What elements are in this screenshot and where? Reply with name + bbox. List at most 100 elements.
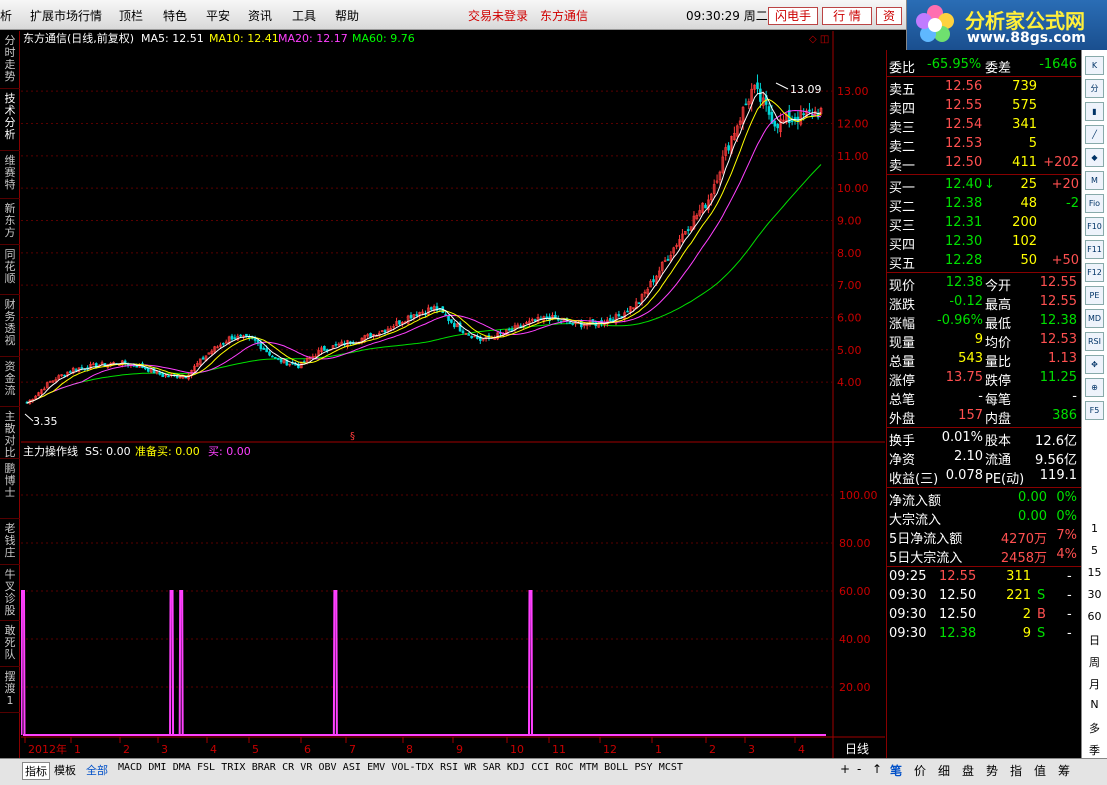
panel-tab-6[interactable]: 值 (1034, 762, 1046, 779)
panel-tab-3[interactable]: 盘 (962, 762, 974, 779)
flower-logo-icon (916, 5, 954, 42)
left-tab-0[interactable]: 分时走势 (0, 35, 20, 89)
ma-icon[interactable]: M (1085, 171, 1104, 190)
left-tab-1[interactable]: 技术分析 (0, 93, 20, 151)
left-tab-4[interactable]: 同花顺 (0, 249, 20, 295)
pe-icon[interactable]: PE (1085, 286, 1104, 305)
minute-icon[interactable]: 分 (1085, 79, 1104, 98)
arrows-icon[interactable]: ✥ (1085, 355, 1104, 374)
nav-button-2[interactable]: ↑ (872, 762, 882, 776)
kline-icon[interactable]: K (1085, 56, 1104, 75)
quote-value-1: -0.12 (949, 294, 983, 309)
quote-value-1: - (978, 389, 983, 404)
nav-button-0[interactable]: + (840, 762, 850, 776)
indicator-tab-17[interactable]: SAR (483, 762, 501, 773)
left-tab-5[interactable]: 财务透视 (0, 299, 20, 357)
menu-top-bar[interactable]: 顶栏 (119, 7, 143, 24)
left-tab-8[interactable]: 鹏博士 (0, 463, 20, 519)
indicator-tab-24[interactable]: MCST (659, 762, 683, 773)
bar-icon[interactable]: ▮ (1085, 102, 1104, 121)
indicator-tab-7[interactable]: TRIX (221, 762, 245, 773)
period-9[interactable]: 多 (1082, 720, 1107, 736)
indicator-tab-15[interactable]: RSI (440, 762, 458, 773)
kline-chart-area[interactable]: 13.00 12.00 11.00 10.00 9.00 8.00 7.00 6.00 5.00… (20, 31, 885, 758)
corner-buttons[interactable]: ◇ ◫ (809, 34, 829, 45)
candle-body (158, 372, 162, 375)
indicator-tab-16[interactable]: WR (464, 762, 476, 773)
f12-icon[interactable]: F12 (1085, 263, 1104, 282)
left-tab-7[interactable]: 主散对比 (0, 411, 20, 459)
indicator-tab-1[interactable]: 模板 (54, 762, 76, 778)
period-3[interactable]: 30 (1082, 588, 1107, 601)
period-5[interactable]: 日 (1082, 632, 1107, 648)
left-tab-9[interactable]: 老钱庄 (0, 523, 20, 565)
macd-icon[interactable]: MD (1085, 309, 1104, 328)
indicator-tab-11[interactable]: OBV (319, 762, 337, 773)
period-2[interactable]: 15 (1082, 566, 1107, 579)
period-6[interactable]: 周 (1082, 654, 1107, 670)
kline-chart[interactable]: 13.00 12.00 11.00 10.00 9.00 8.00 7.00 6.00 5.00… (20, 31, 885, 758)
rsi-icon[interactable]: RSI (1085, 332, 1104, 351)
menu-tools[interactable]: 工具 (292, 7, 316, 24)
left-tab-11[interactable]: 敢死队 (0, 625, 20, 667)
fio-icon[interactable]: Fio (1085, 194, 1104, 213)
left-tab-3[interactable]: 新东方 (0, 203, 20, 245)
left-tab-12[interactable]: 摆渡1 (0, 671, 20, 713)
indicator-tab-19[interactable]: CCI (531, 762, 549, 773)
period-label[interactable]: 日线 (845, 742, 869, 756)
panel-tab-4[interactable]: 势 (986, 762, 998, 779)
indicator-tab-22[interactable]: BOLL (604, 762, 628, 773)
panel-tab-2[interactable]: 细 (938, 762, 950, 779)
trade-login-status[interactable]: 交易未登录 (468, 7, 528, 24)
left-tab-10[interactable]: 牛叉诊股 (0, 569, 20, 621)
left-tab-2[interactable]: 维赛特 (0, 155, 20, 199)
zoom-icon[interactable]: ⊕ (1085, 378, 1104, 397)
period-1[interactable]: 5 (1082, 544, 1107, 557)
indicator-tab-6[interactable]: FSL (197, 762, 215, 773)
indicator-tab-4[interactable]: DMI (148, 762, 166, 773)
period-10[interactable]: 季 (1082, 742, 1107, 758)
capital-button[interactable]: 资 (876, 7, 902, 25)
left-tab-bar: 分时走势技术分析维赛特新东方同花顺财务透视资金流主散对比鹏博士老钱庄牛叉诊股敢死… (0, 31, 20, 758)
indicator-tab-21[interactable]: MTM (580, 762, 598, 773)
candle-icon[interactable]: ◆ (1085, 148, 1104, 167)
period-8[interactable]: N (1082, 698, 1107, 711)
event-marker-icon[interactable]: § (350, 431, 355, 442)
period-4[interactable]: 60 (1082, 610, 1107, 623)
indicator-tab-18[interactable]: KDJ (507, 762, 525, 773)
panel-tab-5[interactable]: 指 (1010, 762, 1022, 779)
panel-tab-1[interactable]: 价 (914, 762, 926, 779)
f10-icon[interactable]: F10 (1085, 217, 1104, 236)
indicator-tab-9[interactable]: CR (282, 762, 294, 773)
f5-icon[interactable]: F5 (1085, 401, 1104, 420)
indicator-tab-13[interactable]: EMV (367, 762, 385, 773)
menu-analysis[interactable]: 析 (0, 7, 12, 24)
nav-button-1[interactable]: - (857, 762, 861, 776)
indicator-tab-10[interactable]: VR (300, 762, 312, 773)
line-icon[interactable]: ╱ (1085, 125, 1104, 144)
menu-featured[interactable]: 特色 (163, 7, 187, 24)
quote-label-1: 现价 (889, 279, 916, 294)
menu-news[interactable]: 资讯 (248, 7, 272, 24)
menu-extended-market[interactable]: 扩展市场行情 (30, 7, 102, 24)
indicator-tab-23[interactable]: PSY (635, 762, 653, 773)
indicator-tab-5[interactable]: DMA (173, 762, 191, 773)
indicator-tab-8[interactable]: BRAR (252, 762, 276, 773)
indicator-tab-14[interactable]: VOL-TDX (391, 762, 433, 773)
left-tab-6[interactable]: 资金流 (0, 361, 20, 407)
indicator-tab-0[interactable]: 指标 (22, 762, 50, 780)
menu-help[interactable]: 帮助 (335, 7, 359, 24)
period-0[interactable]: 1 (1082, 522, 1107, 535)
indicator-tab-3[interactable]: MACD (118, 762, 142, 773)
indicator-tab-20[interactable]: ROC (556, 762, 574, 773)
indicator-tab-2[interactable]: 全部 (86, 762, 108, 778)
quote-button[interactable]: 行 情 (822, 7, 872, 25)
panel-tab-7[interactable]: 筹 (1058, 762, 1070, 779)
indicator-tab-12[interactable]: ASI (343, 762, 361, 773)
panel-tab-0[interactable]: 笔 (890, 762, 902, 779)
period-7[interactable]: 月 (1082, 676, 1107, 692)
flash-trade-button[interactable]: 闪电手 (768, 7, 818, 25)
f11-icon[interactable]: F11 (1085, 240, 1104, 259)
menu-pingan[interactable]: 平安 (206, 7, 230, 24)
fund-label-2: PE(动) (985, 472, 1025, 487)
